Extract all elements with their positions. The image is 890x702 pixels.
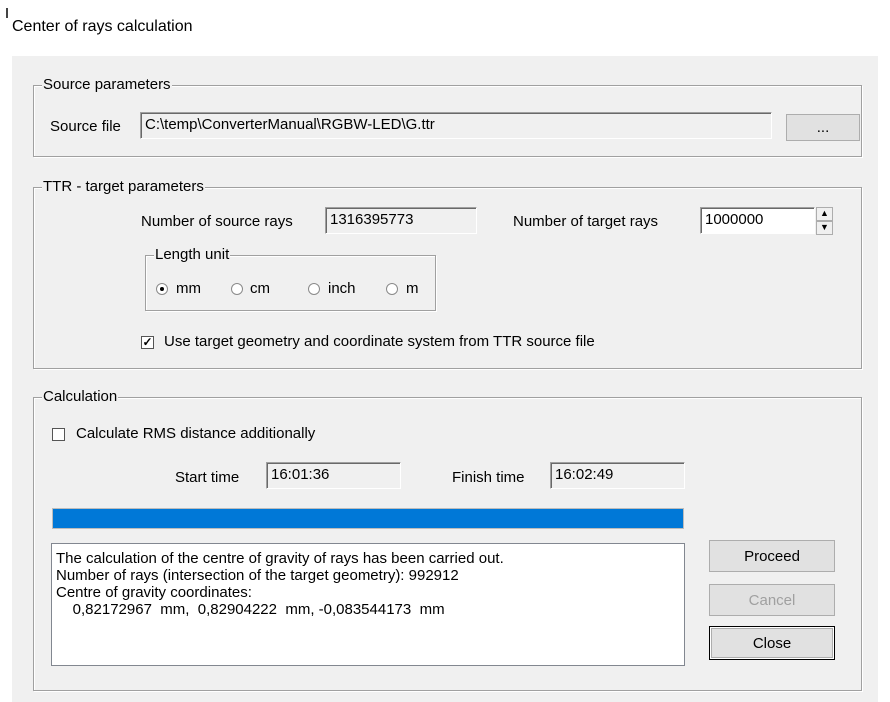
target-rays-spin-down[interactable]: ▼ xyxy=(816,221,833,235)
window-title: Center of rays calculation xyxy=(12,18,193,35)
calculation-label: Calculation xyxy=(42,388,119,406)
target-parameters-group: TTR - target parameters Number of source… xyxy=(33,178,862,369)
radio-m-label[interactable]: m xyxy=(406,280,419,298)
radio-mm[interactable] xyxy=(156,283,168,295)
result-line: Centre of gravity coordinates: xyxy=(56,584,252,601)
result-line: The calculation of the centre of gravity… xyxy=(56,550,504,567)
finish-time-label: Finish time xyxy=(452,469,525,486)
result-text-area[interactable]: The calculation of the centre of gravity… xyxy=(51,543,685,666)
dialog-client-area: Source parameters Source file C:\temp\Co… xyxy=(12,56,878,702)
source-file-label: Source file xyxy=(50,118,121,135)
close-button[interactable]: Close xyxy=(709,626,835,660)
rms-label[interactable]: Calculate RMS distance additionally xyxy=(76,425,315,443)
radio-mm-label[interactable]: mm xyxy=(176,280,201,298)
source-file-field[interactable]: C:\temp\ConverterManual\RGBW-LED\G.ttr xyxy=(140,112,772,139)
radio-cm[interactable] xyxy=(231,283,243,295)
use-target-geometry-checkbox[interactable]: ✓ xyxy=(141,336,154,349)
start-time-label: Start time xyxy=(175,469,240,486)
result-line: 0,82172967 mm, 0,82904222 mm, -0,0835441… xyxy=(56,601,445,618)
progress-bar-fill xyxy=(53,509,683,528)
progress-bar xyxy=(52,508,684,529)
source-rays-field[interactable]: 1316395773 xyxy=(325,207,477,234)
radio-mm-dot xyxy=(160,287,164,291)
target-rays-label: Number of target rays xyxy=(513,213,659,230)
window-corner-mark xyxy=(6,8,8,18)
radio-m[interactable] xyxy=(386,283,398,295)
title-bar: Center of rays calculation xyxy=(0,0,890,56)
radio-inch[interactable] xyxy=(308,283,320,295)
cancel-button[interactable]: Cancel xyxy=(709,584,835,616)
start-time-field[interactable]: 16:01:36 xyxy=(266,462,401,489)
browse-button[interactable]: ... xyxy=(786,114,860,141)
proceed-button[interactable]: Proceed xyxy=(709,540,835,572)
source-parameters-group: Source parameters Source file C:\temp\Co… xyxy=(33,76,862,157)
radio-inch-label[interactable]: inch xyxy=(328,280,356,298)
result-line: Number of rays (intersection of the targ… xyxy=(56,567,459,584)
target-parameters-label: TTR - target parameters xyxy=(42,178,205,196)
rms-checkbox[interactable] xyxy=(52,428,65,441)
length-unit-label: Length unit xyxy=(154,246,231,264)
length-unit-group: Length unit mm cm inch m xyxy=(145,246,436,311)
source-rays-label: Number of source rays xyxy=(141,213,293,230)
radio-cm-label[interactable]: cm xyxy=(250,280,270,298)
source-parameters-label: Source parameters xyxy=(42,76,172,94)
finish-time-field[interactable]: 16:02:49 xyxy=(550,462,685,489)
target-rays-input[interactable]: 1000000 xyxy=(700,207,815,234)
use-target-geometry-label[interactable]: Use target geometry and coordinate syste… xyxy=(164,333,595,351)
calculation-group: Calculation Calculate RMS distance addit… xyxy=(33,388,862,691)
target-rays-spin-up[interactable]: ▲ xyxy=(816,207,833,221)
